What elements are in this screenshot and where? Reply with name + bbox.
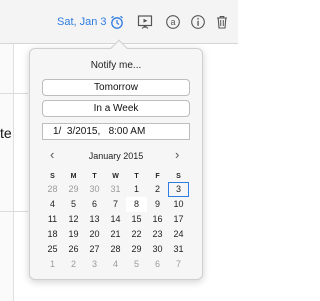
calendar-day[interactable]: 20	[84, 227, 105, 242]
weekday-label: F	[155, 173, 160, 180]
info-icon[interactable]	[188, 12, 208, 32]
calendar-day[interactable]: 11	[42, 212, 63, 227]
calendar-day[interactable]: 25	[42, 242, 63, 257]
calendar-day[interactable]: 6	[84, 197, 105, 212]
calendar-day[interactable]: 28	[105, 242, 126, 257]
calendar-day[interactable]: 1	[42, 257, 63, 272]
calendar-day[interactable]: 26	[63, 242, 84, 257]
trash-icon[interactable]	[212, 12, 232, 32]
calendar-day[interactable]: 17	[168, 212, 189, 227]
calendar-day[interactable]: 12	[63, 212, 84, 227]
calendar-day[interactable]: 16	[147, 212, 168, 227]
calendar-day[interactable]: 9	[147, 197, 168, 212]
calendar-day[interactable]: 14	[105, 212, 126, 227]
calendar-grid: 28 29 30 31 1 2 3 4 5 6 7 8 9 10 11 12 13 14 15 16 17 18 19 20 2…	[42, 182, 190, 272]
weekday-header: SMTWTFS	[42, 173, 190, 180]
calendar-day[interactable]: 27	[84, 242, 105, 257]
calendar-day[interactable]: 7	[168, 257, 189, 272]
calendar-day[interactable]: 10	[168, 197, 189, 212]
calendar-day[interactable]: 5	[126, 257, 147, 272]
left-panel-edge	[0, 44, 14, 301]
svg-text:a: a	[170, 17, 175, 27]
calendar-day[interactable]: 6	[147, 257, 168, 272]
weekday-label: T	[92, 173, 97, 180]
calendar-day[interactable]: 15	[126, 212, 147, 227]
weekday-label: S	[50, 173, 55, 180]
calendar-day[interactable]: 3	[168, 182, 189, 197]
calendar-day[interactable]: 29	[63, 182, 84, 197]
calendar-day[interactable]: 13	[84, 212, 105, 227]
calendar-day[interactable]: 22	[126, 227, 147, 242]
weekday-label: M	[70, 173, 77, 180]
alarm-clock-icon[interactable]	[107, 12, 127, 32]
calendar-day[interactable]: 2	[63, 257, 84, 272]
calendar-day[interactable]: 30	[84, 182, 105, 197]
popover-title: Notify me...	[90, 60, 142, 71]
calendar-day[interactable]: 5	[63, 197, 84, 212]
calendar-day[interactable]: 4	[42, 197, 63, 212]
calendar-day[interactable]: 19	[63, 227, 84, 242]
weekday-label: T	[134, 173, 139, 180]
weekday-label: W	[112, 173, 119, 180]
calendar-day[interactable]: 21	[105, 227, 126, 242]
calendar-day[interactable]: 31	[105, 182, 126, 197]
calendar-day[interactable]: 28	[42, 182, 63, 197]
divider	[0, 211, 28, 212]
toolbar: Sat, Jan 3 a	[0, 0, 238, 44]
calendar-day[interactable]: 23	[147, 227, 168, 242]
note-text-fragment: te	[0, 125, 12, 141]
next-month-icon[interactable]: ›	[175, 147, 179, 162]
notify-popover: Notify me... Tomorrow In a Week 1/ 3/201…	[29, 39, 203, 280]
tomorrow-button[interactable]: Tomorrow	[42, 79, 190, 96]
in-a-week-button[interactable]: In a Week	[42, 100, 190, 117]
date-link[interactable]: Sat, Jan 3	[57, 16, 107, 28]
calendar-day[interactable]: 1	[126, 182, 147, 197]
calendar-day[interactable]: 7	[105, 197, 126, 212]
mention-icon[interactable]: a	[163, 12, 183, 32]
calendar-day[interactable]: 8	[126, 197, 147, 212]
calendar-day[interactable]: 31	[168, 242, 189, 257]
calendar-day[interactable]: 18	[42, 227, 63, 242]
calendar-day[interactable]: 2	[147, 182, 168, 197]
calendar-day[interactable]: 24	[168, 227, 189, 242]
weekday-label: S	[176, 173, 181, 180]
calendar-day[interactable]: 4	[105, 257, 126, 272]
calendar-day[interactable]: 29	[126, 242, 147, 257]
calendar-day[interactable]: 30	[147, 242, 168, 257]
calendar-day[interactable]: 3	[84, 257, 105, 272]
present-icon[interactable]	[135, 12, 155, 32]
datetime-field[interactable]: 1/ 3/2015, 8:00 AM	[42, 123, 190, 140]
divider	[0, 93, 28, 94]
